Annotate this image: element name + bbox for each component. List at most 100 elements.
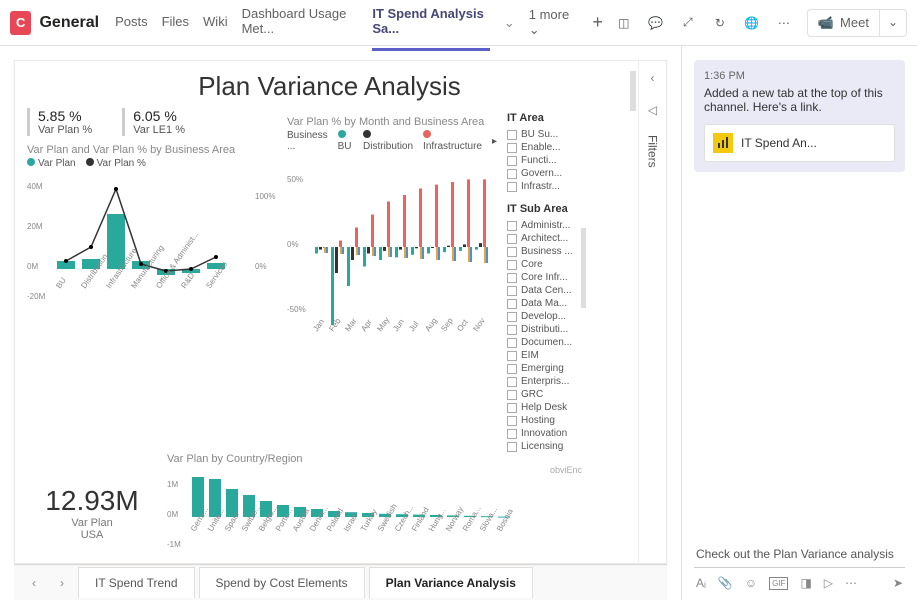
report-side-pane: ‹ ◁ Filters bbox=[638, 61, 666, 563]
svg-text:Jan: Jan bbox=[311, 317, 326, 333]
slicer-item[interactable]: Innovation bbox=[507, 427, 582, 440]
slicer-item[interactable]: GRC bbox=[507, 388, 582, 401]
slicer-item[interactable]: Business ... bbox=[507, 245, 582, 258]
add-tab-button[interactable]: + bbox=[588, 12, 607, 33]
slicer-item[interactable]: Functi... bbox=[507, 154, 582, 167]
tab-dashboard[interactable]: Dashboard Usage Met... bbox=[242, 0, 359, 51]
slicer-item[interactable]: Help Desk bbox=[507, 401, 582, 414]
chat-message: 1:36 PM Added a new tab at the top of th… bbox=[694, 60, 905, 172]
slicer-item[interactable]: Enterpris... bbox=[507, 375, 582, 388]
page-prev-icon[interactable]: ‹ bbox=[22, 571, 46, 595]
chart2[interactable]: 50%0%-50% JanFebMarAprMayJunJulAugSepOct… bbox=[287, 152, 497, 352]
slicer-it-sub-area: Administr...Architect...Business ...Core… bbox=[507, 219, 582, 459]
channel-name: General bbox=[39, 14, 99, 32]
slicer-item[interactable]: Core bbox=[507, 258, 582, 271]
collapse-icon[interactable]: ‹ bbox=[651, 71, 655, 85]
svg-text:40M: 40M bbox=[27, 182, 43, 191]
slicer-item[interactable]: Enable... bbox=[507, 141, 582, 154]
more-tabs[interactable]: 1 more ⌄ bbox=[529, 7, 575, 38]
page-tab-variance[interactable]: Plan Variance Analysis bbox=[369, 567, 533, 598]
chart1-title: Var Plan and Var Plan % by Business Area bbox=[27, 144, 277, 156]
tab-posts[interactable]: Posts bbox=[115, 2, 148, 44]
tab-it-spend[interactable]: IT Spend Analysis Sa... bbox=[372, 0, 490, 51]
slicer-item[interactable]: BU Su... bbox=[507, 128, 582, 141]
big-number-label1: Var Plan bbox=[27, 517, 157, 529]
slicer-item[interactable]: Licensing bbox=[507, 440, 582, 453]
slicer-scrollbar[interactable] bbox=[581, 228, 586, 308]
compose-input[interactable] bbox=[694, 541, 905, 568]
slicer-item[interactable]: Documen... bbox=[507, 336, 582, 349]
slicer-item[interactable]: Hosting bbox=[507, 414, 582, 427]
chat-panel: 1:36 PM Added a new tab at the top of th… bbox=[681, 46, 917, 600]
more-compose-icon[interactable]: ⋯ bbox=[845, 576, 857, 590]
chat-text: Added a new tab at the top of this chann… bbox=[704, 86, 895, 114]
chart2-legend: Business ... BU Distribution Infrastruct… bbox=[287, 130, 497, 152]
svg-text:50%: 50% bbox=[287, 175, 303, 184]
report-scrollbar[interactable] bbox=[630, 71, 636, 111]
tab-chevron-icon[interactable]: ⌄ bbox=[504, 15, 515, 31]
filters-pane-label[interactable]: Filters bbox=[646, 135, 660, 168]
svg-text:-20M: -20M bbox=[27, 292, 46, 301]
svg-text:Aug: Aug bbox=[423, 316, 439, 333]
svg-text:100%: 100% bbox=[255, 192, 275, 201]
svg-text:R&D: R&D bbox=[179, 271, 196, 290]
camera-icon: 📹 bbox=[818, 15, 834, 31]
globe-icon[interactable]: 🌐 bbox=[743, 14, 761, 32]
meet-dropdown[interactable]: ⌄ bbox=[879, 10, 906, 36]
team-avatar[interactable]: C bbox=[10, 11, 31, 35]
kpi-var-le1: 6.05 % Var LE1 % bbox=[122, 108, 185, 136]
main-content: Plan Variance Analysis 5.85 % Var Plan %… bbox=[0, 46, 917, 600]
slicer-item[interactable]: Develop... bbox=[507, 310, 582, 323]
slicer-item[interactable]: Infrastr... bbox=[507, 180, 582, 193]
bookmark-icon[interactable]: ◁ bbox=[648, 103, 657, 117]
report-canvas: Plan Variance Analysis 5.85 % Var Plan %… bbox=[14, 60, 667, 564]
sticker-icon[interactable]: ◨ bbox=[800, 576, 811, 590]
legend-next-icon[interactable]: ▸ bbox=[492, 136, 497, 147]
svg-text:May: May bbox=[375, 316, 391, 334]
big-number: 12.93M bbox=[27, 485, 157, 517]
slicer-item[interactable]: Distributi... bbox=[507, 323, 582, 336]
slicer-item[interactable]: Data Ma... bbox=[507, 297, 582, 310]
slicer-item[interactable]: Core Infr... bbox=[507, 271, 582, 284]
more-icon[interactable]: ⋯ bbox=[775, 14, 793, 32]
powerbi-icon bbox=[713, 133, 733, 153]
attach-icon[interactable]: 📎 bbox=[718, 576, 733, 590]
svg-text:0%: 0% bbox=[255, 262, 267, 271]
slicer-item[interactable]: Administr... bbox=[507, 219, 582, 232]
slicer-item[interactable]: Govern... bbox=[507, 167, 582, 180]
slicer1-title: IT Area bbox=[507, 112, 582, 124]
svg-text:Jul: Jul bbox=[407, 319, 420, 333]
emoji-icon[interactable]: ☺ bbox=[745, 576, 757, 590]
report-body: Plan Variance Analysis 5.85 % Var Plan %… bbox=[15, 61, 638, 563]
refresh-icon[interactable]: ↻ bbox=[711, 14, 729, 32]
page-tab-cost[interactable]: Spend by Cost Elements bbox=[199, 567, 365, 598]
page-tab-trend[interactable]: IT Spend Trend bbox=[78, 567, 195, 598]
expand-icon[interactable]: ⤢ bbox=[679, 14, 697, 32]
stream-icon[interactable]: ▷ bbox=[824, 576, 833, 590]
channel-tabs: Posts Files Wiki Dashboard Usage Met... … bbox=[115, 0, 607, 51]
slicer-item[interactable]: Architect... bbox=[507, 232, 582, 245]
format-icon[interactable]: Aᵢ bbox=[696, 576, 706, 590]
chart1[interactable]: 40M20M0M-20M 100%0% bbox=[27, 169, 277, 319]
slicer-item[interactable]: EIM bbox=[507, 349, 582, 362]
svg-text:Jun: Jun bbox=[391, 317, 406, 333]
slicer-item[interactable]: Data Cen... bbox=[507, 284, 582, 297]
app-header: C General Posts Files Wiki Dashboard Usa… bbox=[0, 0, 917, 46]
svg-text:Nov: Nov bbox=[471, 316, 487, 333]
tab-settings-icon[interactable]: ◫ bbox=[615, 14, 633, 32]
slicer-item[interactable]: Emerging bbox=[507, 362, 582, 375]
chat-tab-link[interactable]: IT Spend An... bbox=[704, 124, 895, 162]
svg-text:Spain: Spain bbox=[223, 511, 241, 533]
footer-brand: obviEnc bbox=[507, 465, 582, 475]
tab-wiki[interactable]: Wiki bbox=[203, 2, 228, 44]
meet-button[interactable]: 📹 Meet bbox=[808, 10, 879, 36]
chat-icon[interactable]: 💬 bbox=[647, 14, 665, 32]
chart3[interactable]: 1M0M-1M Germ...Unite...SpainSwitze...Bel… bbox=[167, 467, 517, 563]
svg-text:0M: 0M bbox=[27, 262, 38, 271]
tab-files[interactable]: Files bbox=[162, 2, 189, 44]
svg-text:Israel: Israel bbox=[342, 511, 360, 533]
page-next-icon[interactable]: › bbox=[50, 571, 74, 595]
send-icon[interactable]: ➤ bbox=[893, 576, 903, 590]
gif-icon[interactable]: GIF bbox=[769, 577, 788, 590]
chat-timestamp: 1:36 PM bbox=[704, 70, 895, 82]
